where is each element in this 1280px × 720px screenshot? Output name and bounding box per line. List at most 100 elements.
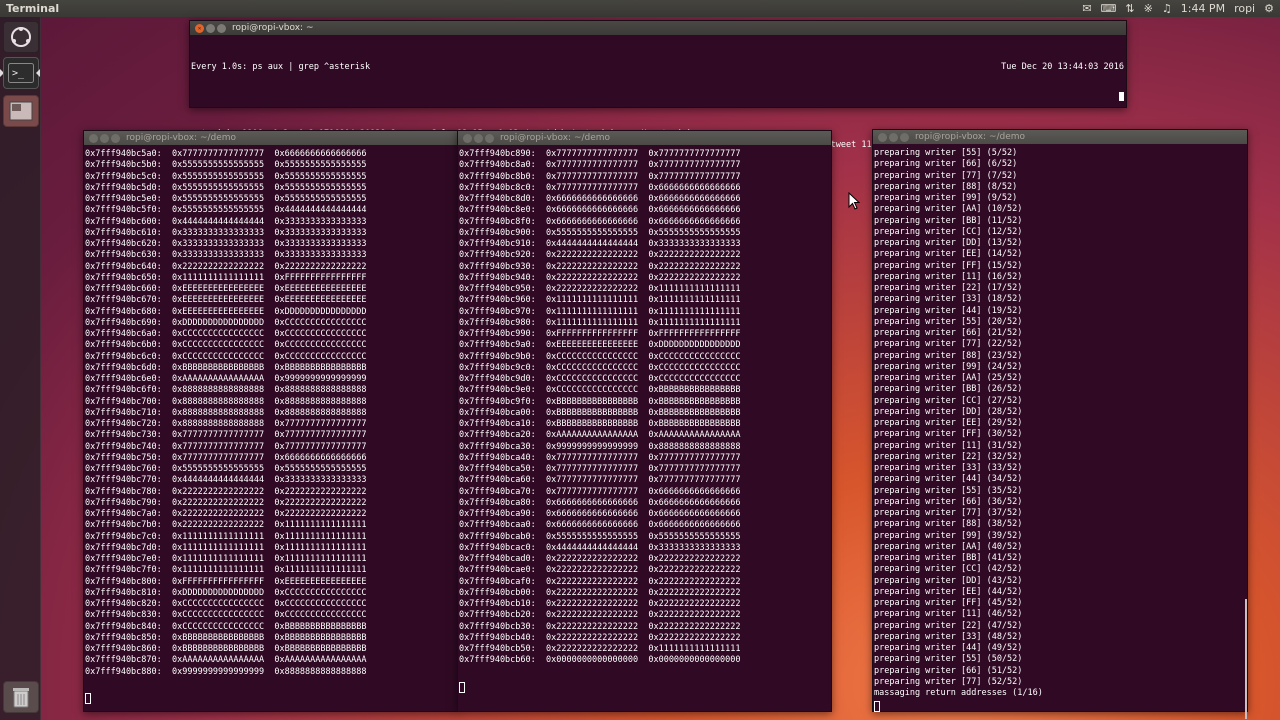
minimize-icon[interactable] <box>206 23 215 33</box>
terminal-line: preparing writer [BB] (11/52) <box>874 215 1023 226</box>
terminal-line: 0x7fff940bcb10: 0x2222222222222222 0x222… <box>459 599 741 609</box>
terminal-line: 0x7fff940bcad0: 0x2222222222222222 0x222… <box>459 554 741 564</box>
network-updown-icon[interactable]: ⇅ <box>1125 2 1134 15</box>
terminal-cursor <box>874 696 880 715</box>
terminal-line: preparing writer [22] (47/52) <box>874 620 1023 631</box>
terminal-output[interactable]: 0x7fff940bc890: 0x7777777777777777 0x777… <box>458 145 831 705</box>
terminal-output[interactable]: 0x7fff940bc5a0: 0x7777777777777777 0x666… <box>84 145 458 705</box>
window-titlebar[interactable]: ropi@ropi-vbox: ~/demo <box>458 131 831 145</box>
terminal-output[interactable]: preparing writer [55] (5/52) preparing wr… <box>873 144 1247 708</box>
terminal-line: 0x7fff940bc790: 0x2222222222222222 0x222… <box>85 497 367 508</box>
terminal-line: preparing writer [66] (36/52) <box>874 496 1023 507</box>
terminal-line: 0x7fff940bc6f0: 0x8888888888888888 0x888… <box>85 385 367 396</box>
terminal-line: 0x7fff940bc830: 0xCCCCCCCCCCCCCCCC 0xCCC… <box>85 610 367 621</box>
terminal-line: 0x7fff940bcae0: 0x2222222222222222 0x222… <box>459 565 741 576</box>
close-icon[interactable] <box>878 132 887 142</box>
terminal-line: 0x7fff940bc8d0: 0x6666666666666666 0x666… <box>459 194 741 204</box>
terminal-line: preparing writer [44] (34/52) <box>874 474 1023 485</box>
terminal-line: preparing writer [88] (8/52) <box>874 181 1018 192</box>
terminal-line: 0x7fff940bc960: 0x1111111111111111 0x111… <box>459 295 741 306</box>
terminal-line: 0x7fff940bc660: 0xEEEEEEEEEEEEEEEE 0xEEE… <box>85 284 367 294</box>
terminal-line: 0x7fff940bc710: 0x8888888888888888 0x888… <box>85 407 367 418</box>
mail-icon[interactable]: ✉ <box>1082 2 1091 15</box>
terminal-line: preparing writer [55] (5/52) <box>874 148 1018 158</box>
active-app-title: Terminal <box>6 2 60 15</box>
terminal-line: 0x7fff940bcb00: 0x2222222222222222 0x222… <box>459 587 741 598</box>
terminal-line: preparing writer [77] (7/52) <box>874 170 1018 181</box>
terminal-line: preparing writer [44] (19/52) <box>874 305 1023 316</box>
terminal-line: 0x7fff940bc8f0: 0x6666666666666666 0x666… <box>459 216 741 227</box>
close-icon[interactable] <box>463 133 472 143</box>
terminal-line: 0x7fff940bcab0: 0x5555555555555555 0x555… <box>459 531 741 542</box>
terminal-line: 0x7fff940bc910: 0x4444444444444444 0x333… <box>459 239 741 249</box>
terminal-line: preparing writer [55] (50/52) <box>874 654 1023 665</box>
terminal-line: preparing writer [77] (52/52) <box>874 676 1023 687</box>
trash-icon[interactable] <box>3 681 39 713</box>
user-name[interactable]: ropi <box>1234 2 1255 15</box>
terminal-line: preparing writer [11] (16/52) <box>874 271 1023 282</box>
terminal-line: 0x7fff940bc5f0: 0x5555555555555555 0x444… <box>85 205 367 216</box>
left-terminal-window[interactable]: ropi@ropi-vbox: ~/demo 0x7fff940bc5a0: 0… <box>83 130 459 712</box>
terminal-line: 0x7fff940bc900: 0x5555555555555555 0x555… <box>459 227 741 238</box>
clock[interactable]: 1:44 PM <box>1181 2 1225 15</box>
minimize-icon[interactable] <box>100 133 109 143</box>
terminal-line: preparing writer [88] (38/52) <box>874 519 1023 530</box>
watch-header-date: Tue Dec 20 13:44:03 2016 <box>1001 61 1124 72</box>
dash-home-icon[interactable] <box>3 21 39 53</box>
window-titlebar[interactable]: ropi@ropi-vbox: ~/demo <box>84 131 458 145</box>
launcher: >_ <box>0 17 41 720</box>
minimize-icon[interactable] <box>474 133 483 143</box>
keyboard-icon[interactable]: ⌨ <box>1101 2 1117 15</box>
terminal-line: 0x7fff940bc630: 0x3333333333333333 0x333… <box>85 250 367 261</box>
terminal-line: 0x7fff940bc9e0: 0xCCCCCCCCCCCCCCCC 0xBBB… <box>459 385 741 396</box>
window-titlebar[interactable]: ✕ ropi@ropi-vbox: ~ <box>190 21 1126 35</box>
terminal-line: preparing writer [FF] (30/52) <box>874 429 1023 440</box>
right-terminal-window[interactable]: ropi@ropi-vbox: ~/demo preparing writer … <box>872 129 1248 719</box>
maximize-icon[interactable] <box>485 133 494 143</box>
minimize-icon[interactable] <box>889 132 898 142</box>
terminal-line: 0x7fff940bc700: 0x8888888888888888 0x888… <box>85 396 367 407</box>
terminal-line: 0x7fff940bc670: 0xEEEEEEEEEEEEEEEE 0xEEE… <box>85 295 367 306</box>
maximize-icon[interactable] <box>217 23 226 33</box>
terminal-line: 0x7fff940bca50: 0x7777777777777777 0x777… <box>459 464 741 474</box>
terminal-line: 0x7fff940bc7f0: 0x1111111111111111 0x111… <box>85 565 367 576</box>
terminal-line: 0x7fff940bc740: 0x7777777777777777 0x777… <box>85 441 367 452</box>
terminal-cursor <box>459 677 465 696</box>
terminal-line: preparing writer [DD] (28/52) <box>874 406 1023 417</box>
terminal-cursor <box>85 688 91 707</box>
terminal-line: 0x7fff940bca90: 0x6666666666666666 0x666… <box>459 509 741 519</box>
terminal-line: preparing writer [CC] (42/52) <box>874 564 1023 575</box>
workspace-switcher-icon[interactable] <box>3 95 39 127</box>
terminal-line: 0x7fff940bc9a0: 0xEEEEEEEEEEEEEEEE 0xDDD… <box>459 340 741 351</box>
terminal-line: preparing writer [AA] (40/52) <box>874 541 1023 552</box>
terminal-line: preparing writer [99] (24/52) <box>874 361 1023 372</box>
scrollbar-thumb[interactable] <box>1245 599 1247 719</box>
volume-icon[interactable]: ♫ <box>1162 2 1172 15</box>
terminal-line: preparing writer [33] (33/52) <box>874 463 1023 473</box>
scrollbar[interactable] <box>1243 144 1247 719</box>
close-icon[interactable] <box>89 133 98 143</box>
maximize-icon[interactable] <box>900 132 909 142</box>
terminal-line: 0x7fff940bca20: 0xAAAAAAAAAAAAAAAA 0xAAA… <box>459 430 741 441</box>
terminal-line: preparing writer [77] (22/52) <box>874 339 1023 350</box>
window-titlebar[interactable]: ropi@ropi-vbox: ~/demo <box>873 130 1247 144</box>
terminal-line: preparing writer [33] (48/52) <box>874 631 1023 642</box>
gear-icon[interactable]: ⚙ <box>1264 2 1274 15</box>
close-icon[interactable]: ✕ <box>195 23 204 33</box>
terminal-line: 0x7fff940bcaa0: 0x6666666666666666 0x666… <box>459 520 741 531</box>
terminal-line: 0x7fff940bc930: 0x2222222222222222 0x222… <box>459 261 741 272</box>
terminal-line: 0x7fff940bc6c0: 0xCCCCCCCCCCCCCCCC 0xCCC… <box>85 351 367 362</box>
middle-terminal-window[interactable]: ropi@ropi-vbox: ~/demo 0x7fff940bc890: 0… <box>457 130 832 712</box>
terminal-icon[interactable]: >_ <box>3 57 39 89</box>
terminal-line: preparing writer [22] (32/52) <box>874 451 1023 462</box>
terminal-line: 0x7fff940bc920: 0x2222222222222222 0x222… <box>459 250 741 261</box>
terminal-line: preparing writer [CC] (27/52) <box>874 395 1023 406</box>
watch-terminal-window[interactable]: ✕ ropi@ropi-vbox: ~ Every 1.0s: ps aux |… <box>189 20 1127 150</box>
bluetooth-icon[interactable]: ※ <box>1144 2 1153 15</box>
terminal-line: 0x7fff940bca70: 0x7777777777777777 0x666… <box>459 486 741 497</box>
terminal-line: preparing writer [22] (17/52) <box>874 283 1023 293</box>
terminal-line: 0x7fff940bc620: 0x3333333333333333 0x333… <box>85 239 367 249</box>
terminal-line: 0x7fff940bc5c0: 0x5555555555555555 0x555… <box>85 171 367 182</box>
maximize-icon[interactable] <box>111 133 120 143</box>
window-title: ropi@ropi-vbox: ~/demo <box>500 133 611 143</box>
